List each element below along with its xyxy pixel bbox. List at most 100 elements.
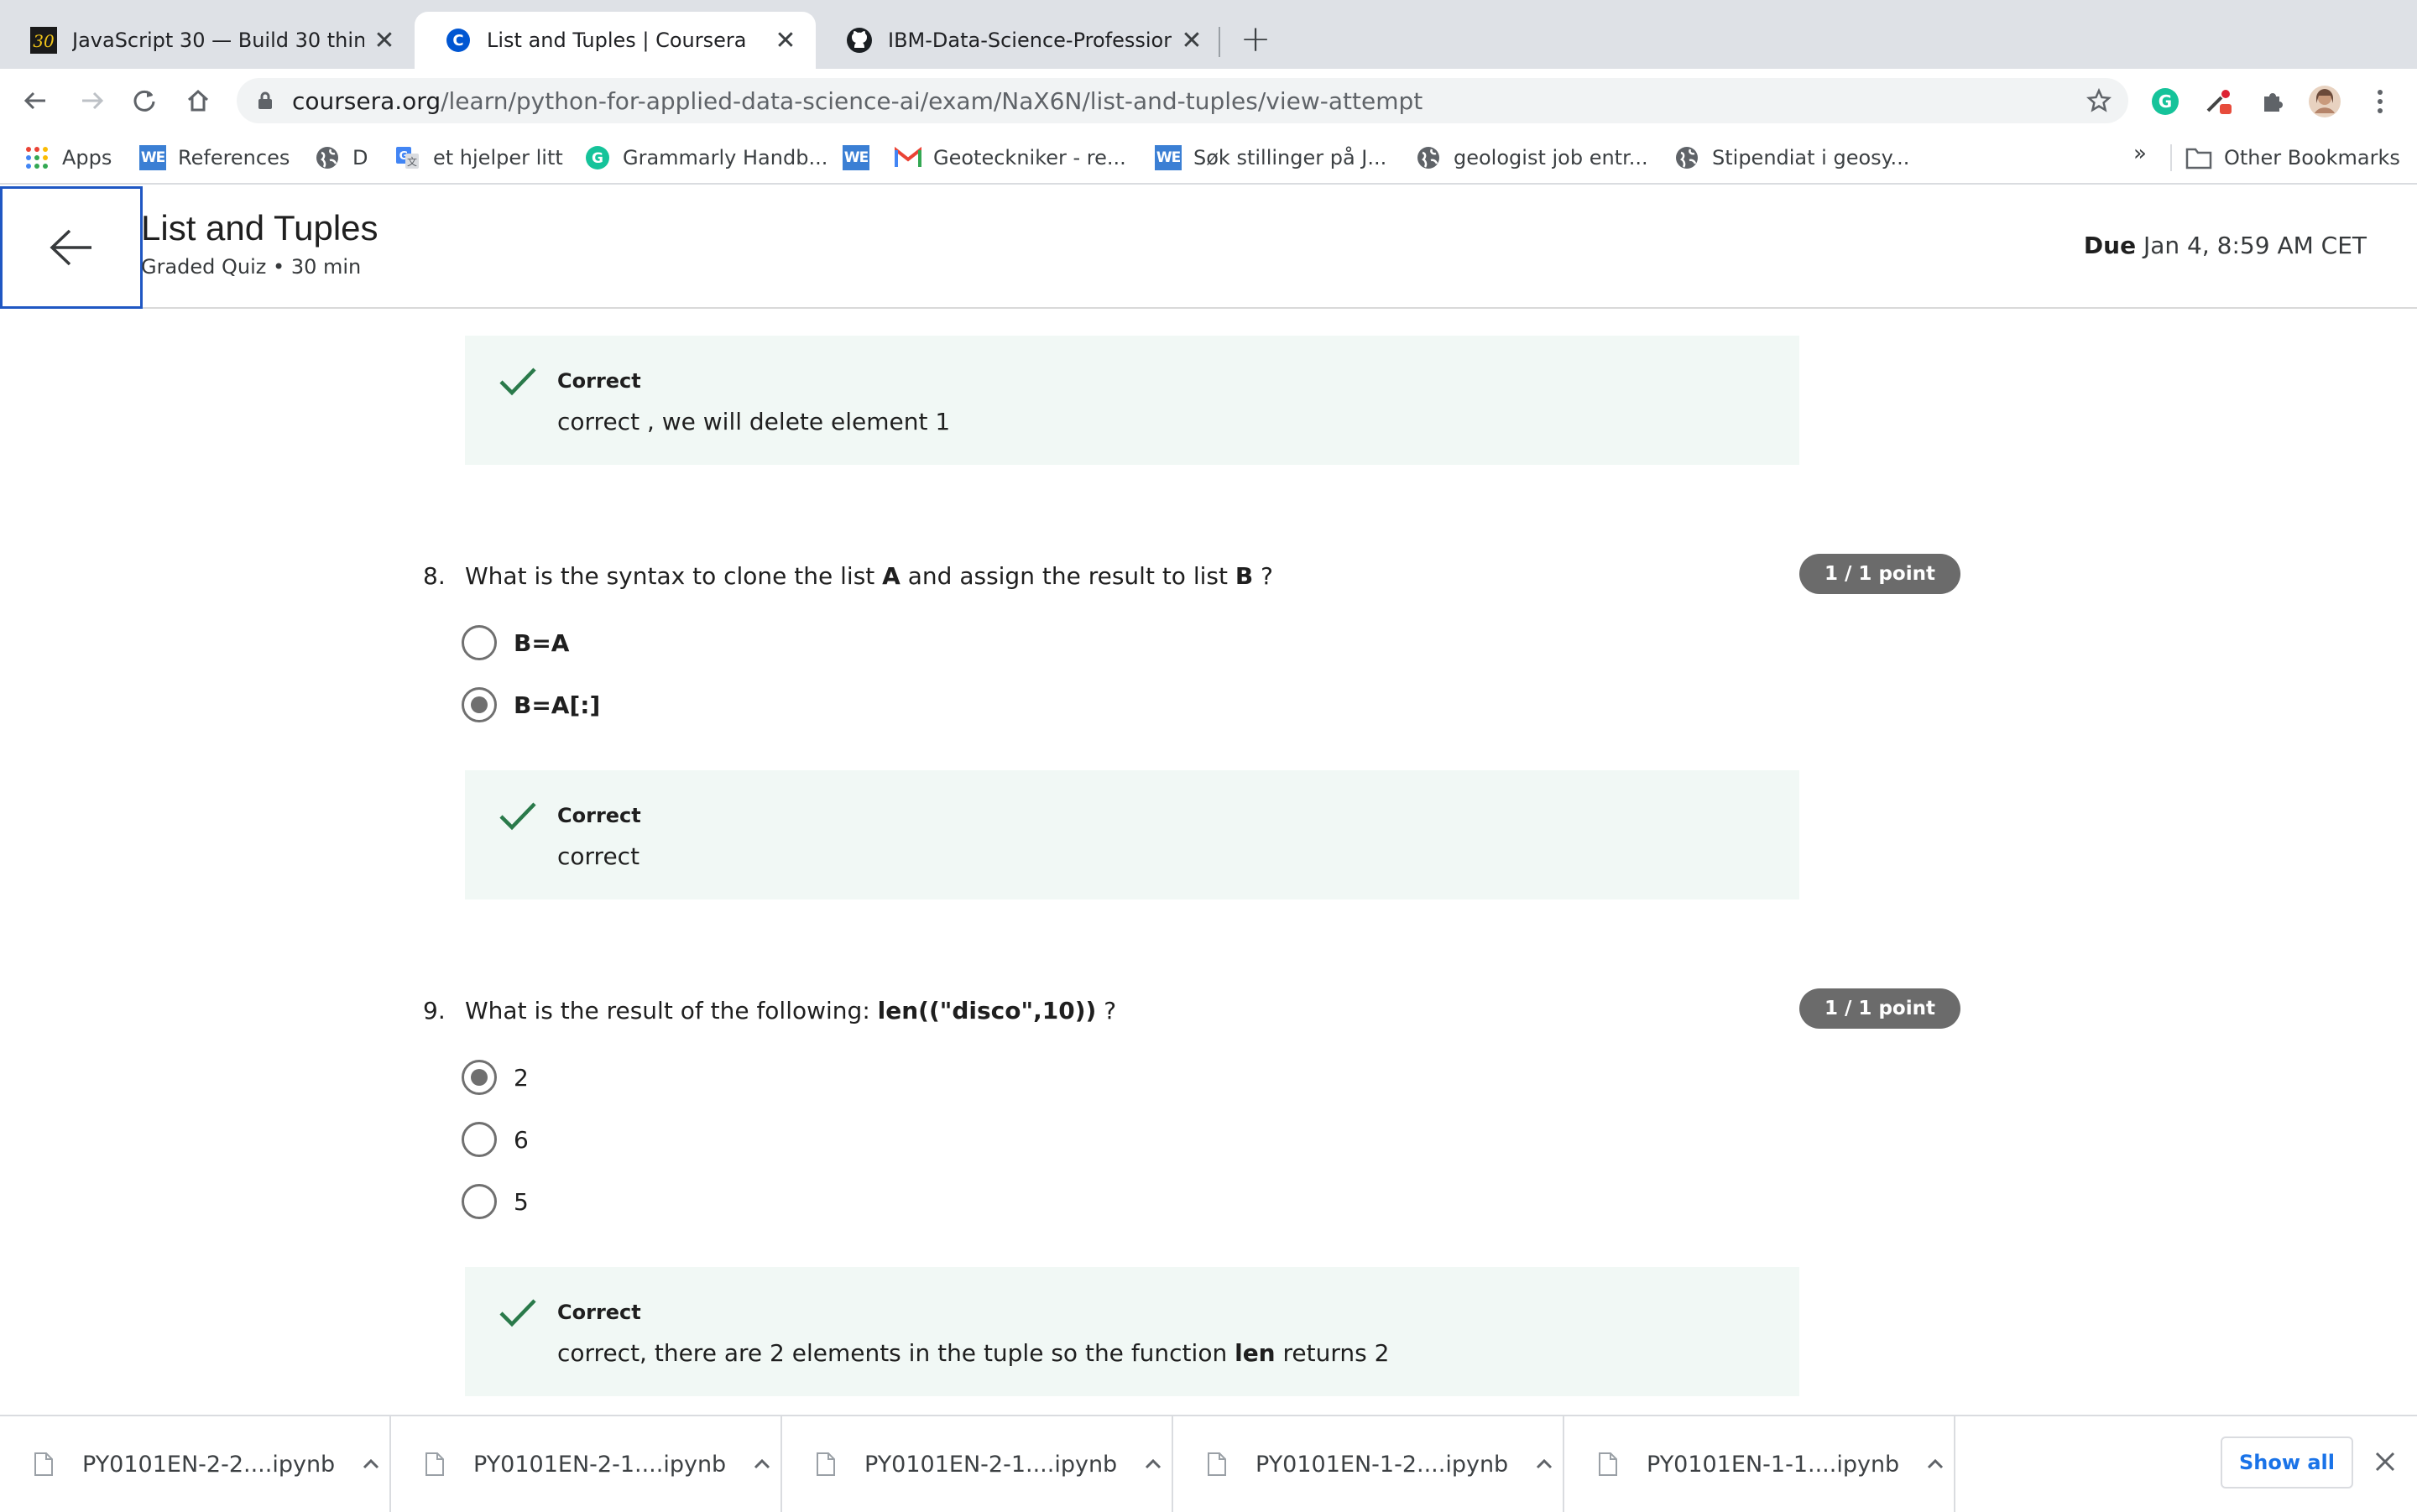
chevron-up-icon[interactable] <box>1141 1452 1165 1476</box>
bookmark-apps[interactable]: Apps <box>23 143 112 173</box>
page-title: List and Tuples <box>141 208 378 248</box>
bookmark-label: Søk stillinger på J... <box>1193 146 1387 169</box>
feedback-label: Correct <box>557 369 641 393</box>
new-tab-button[interactable]: + <box>1239 18 1272 60</box>
radio-button-selected[interactable] <box>462 1060 497 1095</box>
answer-option[interactable]: 6 <box>462 1121 529 1158</box>
answer-option[interactable]: B=A <box>462 624 569 661</box>
avatar[interactable] <box>2308 85 2341 118</box>
feedback-text: correct, there are 2 elements in the tup… <box>557 1339 1390 1367</box>
radio-button[interactable] <box>462 1184 497 1219</box>
bookmark-other-bookmarks[interactable]: Other Bookmarks <box>2185 143 2400 173</box>
download-filename: PY0101EN-2-2....ipynb <box>82 1451 336 1478</box>
bookmark-references[interactable]: WE References <box>139 143 290 173</box>
svg-text:G: G <box>2159 91 2172 112</box>
download-item[interactable]: PY0101EN-2-2....ipynb <box>0 1416 391 1512</box>
bookmarks-overflow-button[interactable]: » <box>2133 141 2147 166</box>
close-icon[interactable]: ✕ <box>774 26 797 55</box>
lock-icon <box>258 91 272 109</box>
globe-icon <box>1673 144 1700 171</box>
we-icon: WE <box>1155 144 1182 171</box>
download-item[interactable]: PY0101EN-1-1....ipynb <box>1564 1416 1955 1512</box>
chevron-up-icon[interactable] <box>359 1452 383 1476</box>
svg-text:30: 30 <box>33 31 55 51</box>
bookmark-et-hjelper-litt[interactable]: G文 et hjelper litt <box>394 143 563 173</box>
bookmark-label: Other Bookmarks <box>2224 146 2400 169</box>
tab-title: JavaScript 30 — Build 30 things <box>72 29 364 52</box>
arrow-left-icon <box>50 229 91 266</box>
back-arrow-icon <box>23 91 45 110</box>
close-icon[interactable]: ✕ <box>373 26 396 55</box>
option-label: 2 <box>514 1063 529 1092</box>
close-icon[interactable] <box>2372 1448 2399 1475</box>
folder-icon <box>2185 144 2212 171</box>
quiz-header: List and Tuples Graded Quiz • 30 min Due… <box>0 185 2417 309</box>
radio-button[interactable] <box>462 625 497 660</box>
answer-option[interactable]: 2 <box>462 1059 529 1096</box>
forward-button[interactable] <box>76 84 109 117</box>
answer-option[interactable]: B=A[:] <box>462 686 600 723</box>
bookmark-grammarly-handbook[interactable]: G Grammarly Handb... <box>584 143 827 173</box>
question-number: 9. <box>423 997 446 1025</box>
url-path: /learn/python-for-applied-data-science-a… <box>441 86 1423 115</box>
radio-button-selected[interactable] <box>462 687 497 722</box>
file-icon <box>817 1452 835 1476</box>
bookmark-we[interactable]: WE <box>843 143 881 173</box>
download-item[interactable]: PY0101EN-2-1....ipynb <box>391 1416 782 1512</box>
feedback-text: correct <box>557 842 640 870</box>
kebab-menu-icon[interactable] <box>2363 85 2397 118</box>
download-filename: PY0101EN-1-1....ipynb <box>1647 1451 1900 1478</box>
option-label: 5 <box>514 1187 529 1216</box>
grammarly-icon: G <box>584 144 611 171</box>
address-bar[interactable]: coursera.org/learn/python-for-applied-da… <box>237 78 2128 123</box>
checkmark-icon <box>499 368 536 396</box>
download-filename: PY0101EN-1-2....ipynb <box>1255 1451 1509 1478</box>
browser-tab-strip: 30 JavaScript 30 — Build 30 things ✕ C L… <box>0 0 2417 69</box>
bookmark-geoteckniker[interactable]: Geoteckniker - re... <box>895 143 1126 173</box>
puzzle-extensions-icon[interactable] <box>2256 85 2289 118</box>
due-date: Due Jan 4, 8:59 AM CET <box>2084 232 2367 259</box>
js30-icon: 30 <box>30 27 57 54</box>
svg-text:文: 文 <box>407 155 417 168</box>
download-item[interactable]: PY0101EN-2-1....ipynb <box>782 1416 1173 1512</box>
eyedropper-extension-icon[interactable] <box>2202 85 2236 118</box>
reload-icon <box>133 90 155 112</box>
feedback-label: Correct <box>557 804 641 827</box>
home-icon <box>187 89 209 112</box>
question-number: 8. <box>423 562 446 590</box>
quiz-meta: Graded Quiz • 30 min <box>141 255 362 279</box>
tab-divider <box>1219 27 1220 57</box>
option-label: B=A[:] <box>514 691 601 719</box>
chevron-up-icon[interactable] <box>1532 1452 1556 1476</box>
chevron-up-icon[interactable] <box>1924 1452 1947 1476</box>
download-filename: PY0101EN-2-1....ipynb <box>473 1451 727 1478</box>
bookmark-d[interactable]: D <box>314 143 368 173</box>
tab-javascript30[interactable]: 30 JavaScript 30 — Build 30 things ✕ <box>0 12 415 69</box>
reload-button[interactable] <box>128 84 161 117</box>
tab-ibm-data-science[interactable]: IBM-Data-Science-Professional ✕ <box>816 12 1222 69</box>
grammarly-extension-icon[interactable]: G <box>2148 85 2182 118</box>
close-icon[interactable]: ✕ <box>1180 26 1203 55</box>
bookmark-geologist-job[interactable]: geologist job entr... <box>1415 143 1648 173</box>
home-button[interactable] <box>181 84 215 117</box>
tab-list-and-tuples[interactable]: C List and Tuples | Coursera ✕ <box>415 12 816 69</box>
download-item[interactable]: PY0101EN-1-2....ipynb <box>1173 1416 1564 1512</box>
star-icon[interactable] <box>2086 88 2112 113</box>
feedback-correct: Correct correct <box>465 770 1799 899</box>
show-all-downloads-button[interactable]: Show all <box>2221 1436 2353 1489</box>
radio-button[interactable] <box>462 1122 497 1157</box>
answer-option[interactable]: 5 <box>462 1183 529 1220</box>
bookmark-label: Apps <box>62 146 112 169</box>
bookmark-label: Geoteckniker - re... <box>933 146 1126 169</box>
points-badge: 1 / 1 point <box>1799 988 1960 1029</box>
question-8: 8. What is the syntax to clone the list … <box>420 554 1964 604</box>
back-button[interactable] <box>18 84 52 117</box>
chevron-up-icon[interactable] <box>750 1452 774 1476</box>
feedback-label: Correct <box>557 1301 641 1324</box>
back-to-course-button[interactable] <box>0 186 143 309</box>
bookmark-label: Grammarly Handb... <box>623 146 828 169</box>
bookmark-stipendiat[interactable]: Stipendiat i geosy... <box>1673 143 1909 173</box>
url-text: coursera.org/learn/python-for-applied-da… <box>292 87 1423 115</box>
bookmarks-divider <box>2170 144 2172 171</box>
bookmark-sok-stillinger[interactable]: WE Søk stillinger på J... <box>1155 143 1386 173</box>
